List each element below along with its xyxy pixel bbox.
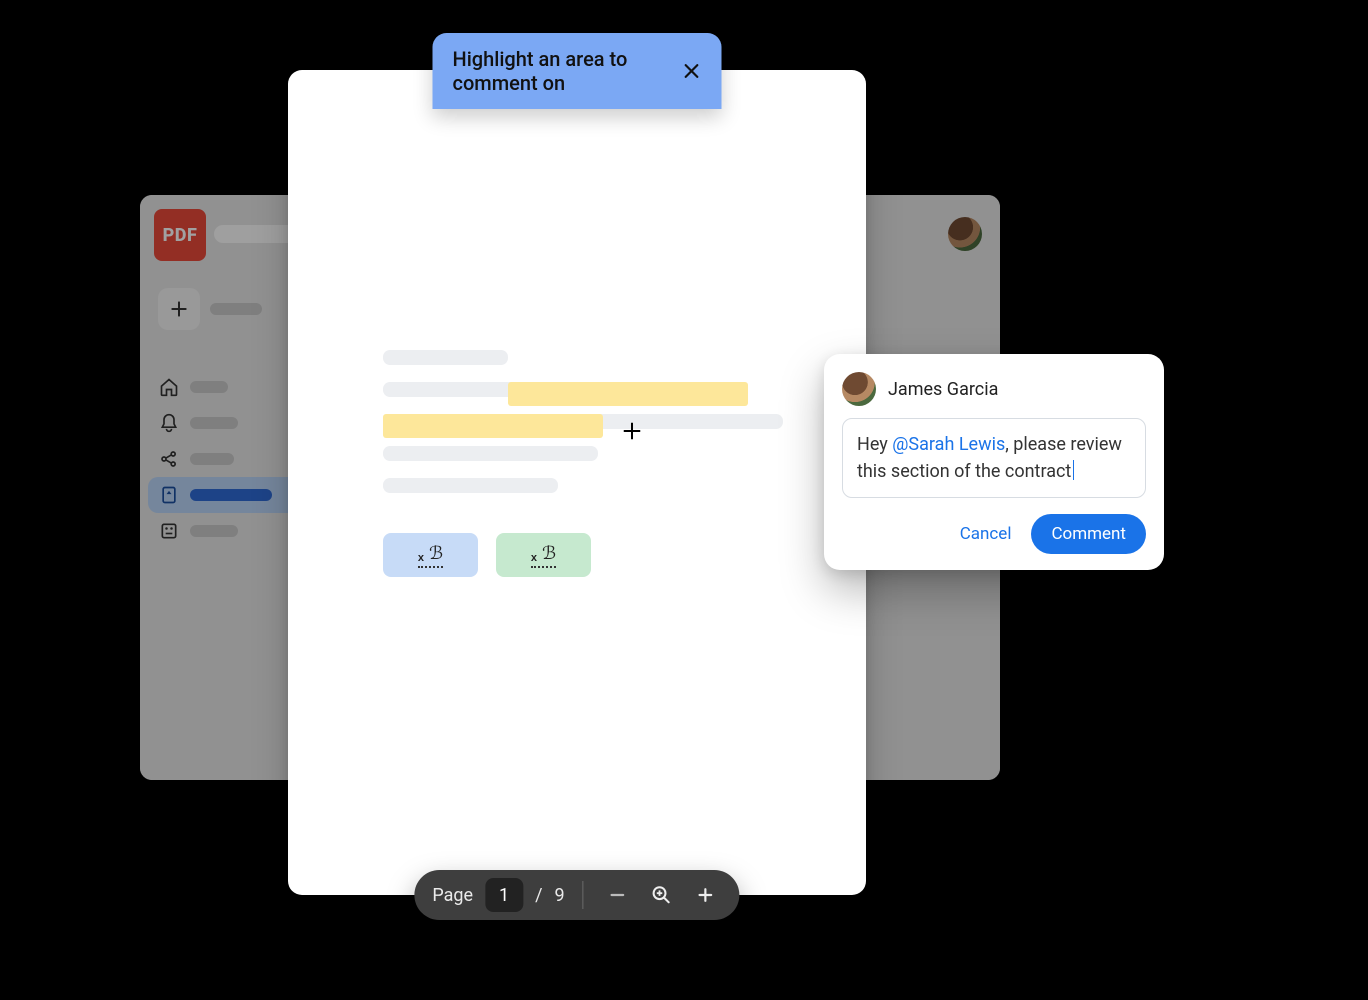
signature-field-2[interactable]: xℬ	[496, 533, 591, 577]
zoom-out-button[interactable]	[602, 879, 634, 911]
highlight-region[interactable]	[383, 414, 603, 438]
plus-icon	[158, 288, 200, 330]
page-toolbar: Page 1 / 9	[414, 870, 739, 920]
plus-icon	[696, 885, 716, 905]
zoom-reset-button[interactable]	[646, 879, 678, 911]
share-icon	[158, 448, 180, 470]
pdf-logo: PDF	[154, 209, 206, 261]
sidebar-item-label	[190, 453, 234, 465]
comment-input[interactable]: Hey @Sarah Lewis, please review this sec…	[842, 418, 1146, 498]
minus-icon	[608, 885, 628, 905]
page-total: 9	[555, 885, 565, 906]
comment-text-pre: Hey	[857, 434, 892, 455]
avatar[interactable]	[948, 217, 982, 251]
comment-author-avatar	[842, 372, 876, 406]
new-document-button[interactable]	[148, 281, 308, 337]
text-placeholder	[383, 446, 598, 461]
sidebar	[148, 281, 308, 549]
signature-field-1[interactable]: xℬ	[383, 533, 478, 577]
sidebar-item-share[interactable]	[148, 441, 308, 477]
page-label: Page	[432, 885, 473, 906]
home-icon	[158, 376, 180, 398]
zoom-icon	[651, 884, 673, 906]
comment-author-name: James Garcia	[888, 379, 998, 400]
highlight-hint-bar: Highlight an area to comment on	[433, 33, 722, 109]
sidebar-item-documents[interactable]	[148, 477, 308, 513]
sidebar-item-label	[190, 489, 272, 501]
hint-text: Highlight an area to comment on	[453, 47, 652, 95]
grid-icon	[158, 520, 180, 542]
text-caret	[1073, 460, 1074, 480]
sidebar-item-label	[190, 417, 238, 429]
sidebar-item-label	[190, 381, 228, 393]
text-placeholder	[383, 414, 783, 429]
text-placeholder	[383, 382, 748, 397]
sidebar-item-label	[190, 525, 238, 537]
text-placeholder	[383, 350, 508, 365]
page-separator: /	[535, 885, 542, 906]
zoom-in-button[interactable]	[690, 879, 722, 911]
document-preview[interactable]: Highlight an area to comment on xℬ xℬ Pa…	[288, 70, 866, 895]
comment-popover: James Garcia Hey @Sarah Lewis, please re…	[824, 354, 1164, 570]
sidebar-item-home[interactable]	[148, 369, 308, 405]
highlight-region[interactable]	[508, 382, 748, 406]
close-hint-button[interactable]	[682, 60, 702, 82]
bell-icon	[158, 412, 180, 434]
file-icon	[158, 484, 180, 506]
text-placeholder	[383, 478, 558, 493]
crosshair-cursor-icon	[621, 420, 643, 442]
comment-button[interactable]: Comment	[1031, 514, 1146, 554]
close-icon	[682, 61, 702, 81]
sidebar-item-notifications[interactable]	[148, 405, 308, 441]
page-current-input[interactable]: 1	[485, 878, 523, 912]
sidebar-item-templates[interactable]	[148, 513, 308, 549]
sidebar-item-label	[210, 303, 262, 315]
cancel-button[interactable]: Cancel	[960, 524, 1012, 544]
mention-chip[interactable]: @Sarah Lewis	[892, 434, 1005, 455]
document-body: xℬ xℬ	[383, 350, 771, 577]
